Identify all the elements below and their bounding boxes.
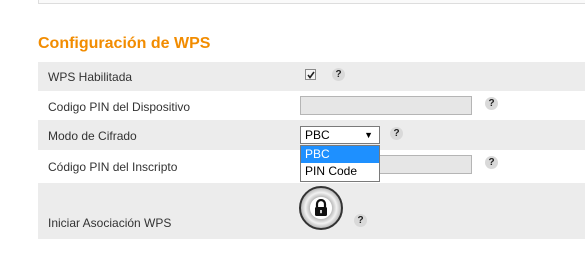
- encryption-mode-dropdown: PBC PIN Code: [300, 145, 380, 182]
- help-icon[interactable]: ?: [332, 68, 345, 81]
- top-panel: [38, 0, 585, 4]
- checkmark-icon: [307, 71, 315, 79]
- wps-start-button[interactable]: [299, 186, 343, 230]
- chevron-down-icon[interactable]: ▼: [364, 127, 373, 143]
- lock-icon: [315, 199, 327, 216]
- device-pin-label: Codigo PIN del Dispositivo: [48, 100, 191, 114]
- device-pin-field[interactable]: [300, 96, 472, 115]
- enrollee-pin-label: Código PIN del Inscripto: [48, 160, 178, 174]
- wps-enabled-checkbox[interactable]: [305, 69, 316, 80]
- help-icon[interactable]: ?: [485, 97, 498, 110]
- option-pbc[interactable]: PBC: [301, 146, 379, 163]
- help-icon[interactable]: ?: [390, 127, 403, 140]
- option-pin-code[interactable]: PIN Code: [301, 163, 379, 180]
- encryption-mode-label: Modo de Cifrado: [48, 129, 137, 143]
- section-title: Configuración de WPS: [38, 35, 211, 52]
- encryption-mode-select[interactable]: PBC ▼: [300, 126, 380, 144]
- help-icon[interactable]: ?: [354, 214, 367, 227]
- start-wps-label: Iniciar Asociación WPS: [48, 216, 172, 230]
- encryption-mode-selected: PBC: [305, 128, 330, 142]
- row-wps-enabled: WPS Habilitada ?: [38, 62, 585, 91]
- row-device-pin: Codigo PIN del Dispositivo ?: [38, 91, 585, 120]
- help-icon[interactable]: ?: [485, 156, 498, 169]
- wps-enabled-label: WPS Habilitada: [48, 70, 133, 84]
